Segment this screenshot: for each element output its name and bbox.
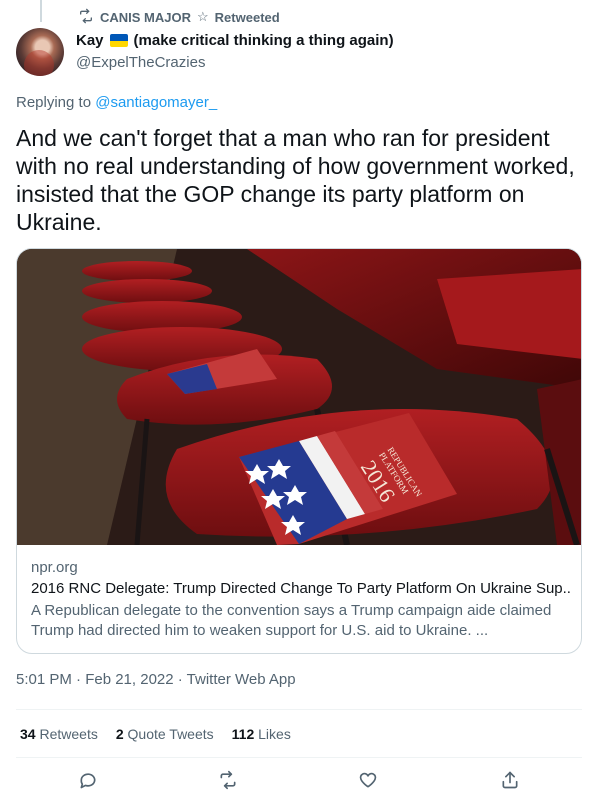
author-name[interactable]: Kay	[76, 32, 104, 49]
author-name-suffix[interactable]: (make critical thinking a thing again)	[134, 32, 394, 49]
avatar[interactable]	[16, 28, 64, 76]
quotes-count: 2	[115, 726, 124, 742]
quotes-label: Quote Tweets	[127, 726, 214, 742]
tweet-actions	[0, 770, 598, 798]
divider	[16, 757, 582, 758]
like-button[interactable]	[358, 770, 382, 794]
card-domain: npr.org	[31, 559, 78, 576]
retweets-label: Retweets	[39, 726, 98, 742]
card-meta[interactable]: npr.org 2016 RNC Delegate: Trump Directe…	[31, 559, 571, 641]
retweeter-name[interactable]: CANIS MAJOR	[100, 10, 191, 25]
thread-connector-line	[40, 0, 42, 22]
replying-to: Replying to @santiagomayer_	[16, 94, 217, 111]
retweets-stat[interactable]: 34 Retweets	[20, 726, 98, 742]
card-description: A Republican delegate to the convention …	[31, 602, 552, 639]
author-handle[interactable]: @ExpelTheCrazies	[76, 54, 205, 71]
card-title[interactable]: 2016 RNC Delegate: Trump Directed Change…	[31, 580, 571, 597]
retweets-count: 34	[20, 726, 36, 742]
share-button[interactable]	[500, 770, 524, 794]
divider	[16, 709, 582, 710]
quote-tweets-stat[interactable]: 2 Quote Tweets	[116, 726, 214, 742]
ukraine-flag-icon	[109, 34, 128, 47]
chairs-photo: REPUBLICAN PLATFORM 2016	[17, 249, 581, 545]
tweet-text: And we can't forget that a man who ran f…	[16, 125, 575, 235]
tweet-timestamp[interactable]: 5:01 PM · Feb 21, 2022 · Twitter Web App	[16, 671, 296, 688]
replying-prefix: Replying to	[16, 94, 92, 111]
author-name-line[interactable]: Kay (make critical thinking a thing agai…	[76, 32, 394, 49]
card-image[interactable]: REPUBLICAN PLATFORM 2016	[17, 249, 581, 545]
retweet-button[interactable]	[218, 770, 242, 794]
engagement-stats: 34 Retweets 2 Quote Tweets 112 Likes	[20, 726, 291, 742]
retweet-icon	[78, 8, 94, 27]
likes-label: Likes	[258, 726, 291, 742]
reply-icon	[80, 773, 96, 789]
likes-stat[interactable]: 112 Likes	[232, 726, 291, 742]
retweet-icon	[220, 770, 236, 790]
link-card[interactable]: REPUBLICAN PLATFORM 2016 npr.org 2016 RN…	[16, 248, 582, 654]
star-symbol: ☆	[197, 9, 209, 24]
reply-button[interactable]	[78, 770, 102, 794]
likes-count: 112	[231, 726, 255, 742]
heart-icon	[359, 772, 377, 788]
retweeted-label: Retweeted	[214, 9, 280, 25]
retweet-context: CANIS MAJOR ☆ Retweeted	[78, 8, 280, 26]
share-icon	[502, 771, 518, 789]
replying-to-link[interactable]: @santiagomayer_	[95, 94, 217, 111]
